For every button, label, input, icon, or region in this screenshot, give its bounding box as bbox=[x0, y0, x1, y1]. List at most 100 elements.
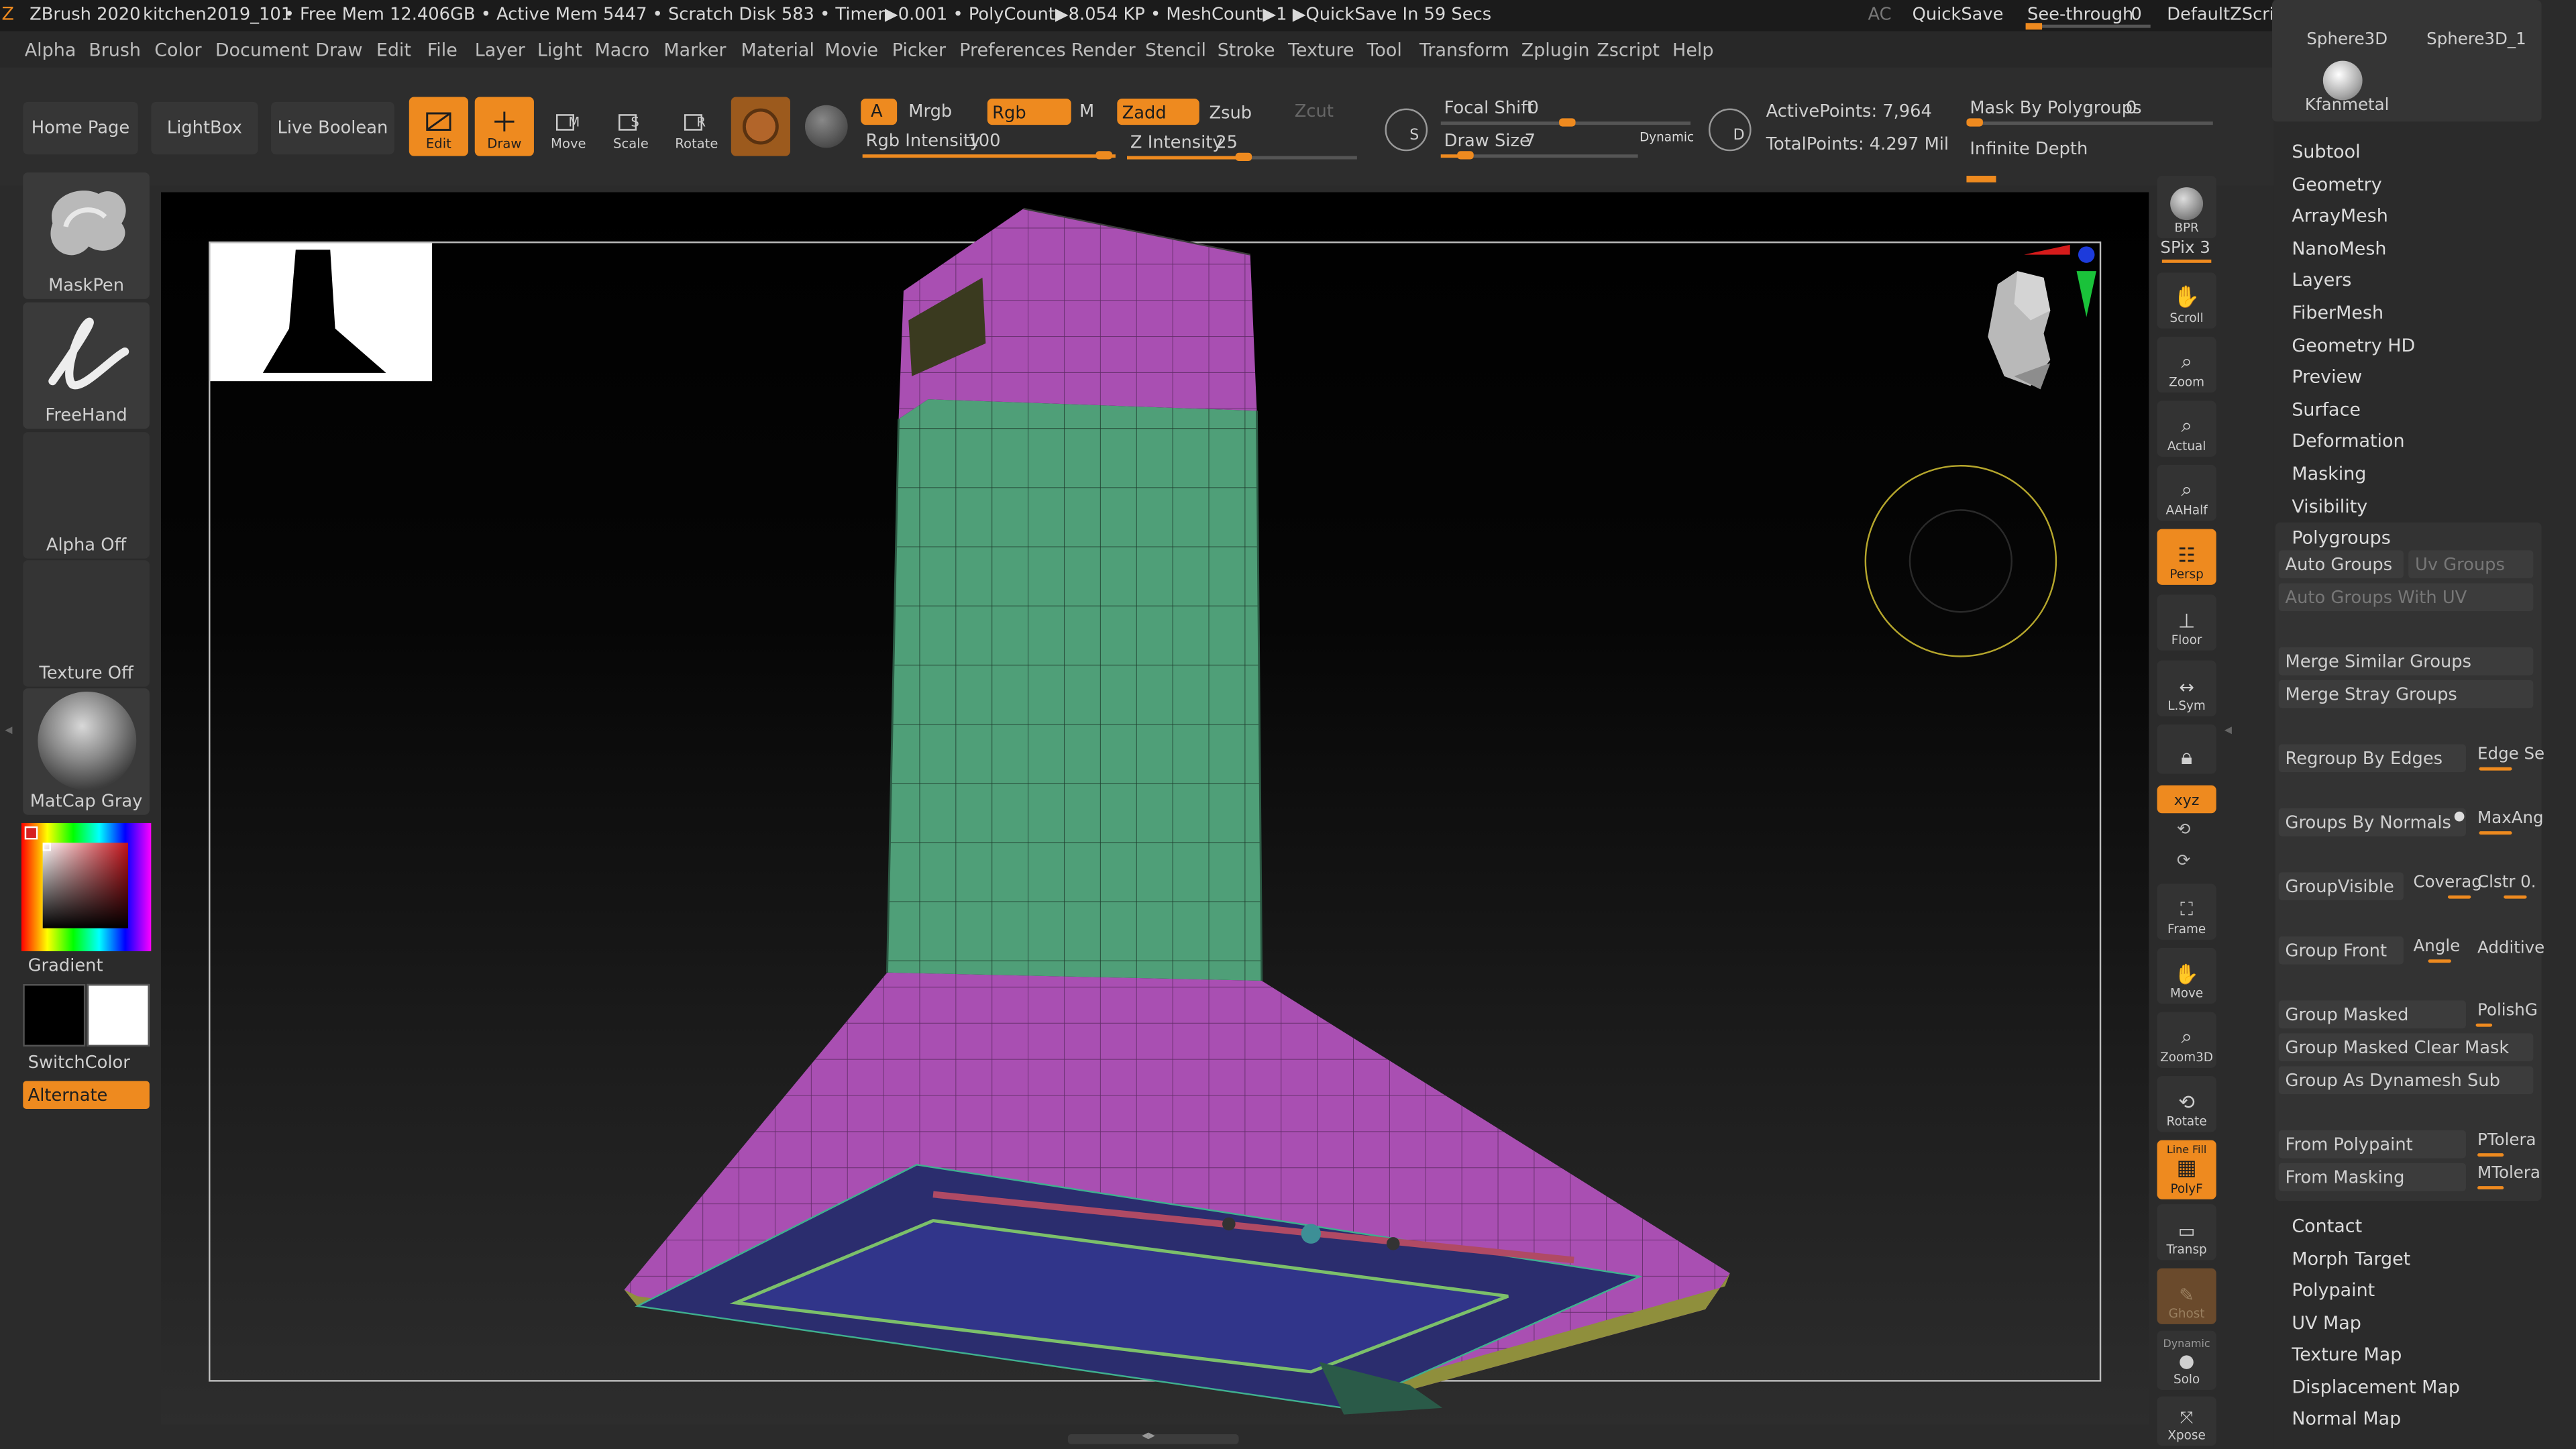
section-morph-target[interactable]: Morph Target bbox=[2292, 1248, 2410, 1270]
menu-marker[interactable]: Marker bbox=[663, 40, 726, 61]
section-geometry[interactable]: Geometry bbox=[2292, 174, 2381, 196]
zsub-toggle[interactable]: Zsub bbox=[1209, 105, 1252, 123]
menu-document[interactable]: Document bbox=[215, 40, 309, 61]
section-contact[interactable]: Contact bbox=[2292, 1216, 2362, 1237]
focal-shift-slider[interactable] bbox=[1440, 118, 1691, 127]
draw-size-slider[interactable] bbox=[1440, 151, 1638, 160]
menu-stroke[interactable]: Stroke bbox=[1218, 40, 1275, 61]
brush-picker[interactable]: MaskPen bbox=[23, 172, 150, 299]
menu-render[interactable]: Render bbox=[1071, 40, 1136, 61]
alpha-picker[interactable]: Alpha Off bbox=[23, 432, 150, 559]
z-intensity-slider[interactable] bbox=[1127, 152, 1357, 162]
range-hood-model[interactable] bbox=[161, 193, 2149, 1425]
material-swatch-button[interactable] bbox=[731, 97, 790, 156]
merge-similar-groups-button[interactable]: Merge Similar Groups bbox=[2278, 647, 2534, 676]
thumb-sphere3d-1[interactable]: Sphere3D_1 bbox=[2426, 32, 2526, 49]
section-normal-map[interactable]: Normal Map bbox=[2292, 1408, 2401, 1430]
cluster-slider[interactable] bbox=[2504, 895, 2527, 899]
move-mode-button[interactable]: M Move bbox=[539, 97, 598, 156]
bpr-button[interactable]: BPR bbox=[2157, 176, 2216, 239]
menu-texture[interactable]: Texture bbox=[1288, 40, 1354, 61]
ptolerance-slider[interactable] bbox=[2477, 1153, 2504, 1157]
mtolerance-label[interactable]: MTolera bbox=[2477, 1166, 2540, 1183]
menu-stencil[interactable]: Stencil bbox=[1145, 40, 1206, 61]
bottom-tray-handle[interactable]: ◂▸ bbox=[1067, 1428, 1239, 1444]
seethrough-slider-label[interactable]: See-through bbox=[2027, 7, 2133, 24]
group-front-button[interactable]: Group Front bbox=[2278, 936, 2404, 965]
navigation-head-gizmo[interactable] bbox=[1965, 238, 2104, 419]
zoom-button[interactable]: ⌕ Zoom bbox=[2157, 337, 2216, 393]
mtolerance-slider[interactable] bbox=[2477, 1186, 2504, 1190]
section-polygroups[interactable]: Polygroups bbox=[2292, 527, 2390, 549]
rgb-toggle[interactable]: Rgb bbox=[987, 98, 1071, 125]
max-angle-slider[interactable] bbox=[2479, 831, 2512, 835]
seethrough-slider[interactable] bbox=[2025, 23, 2151, 30]
stroke-picker[interactable]: FreeHand bbox=[23, 302, 150, 429]
group-masked-clear-mask-button[interactable]: Group Masked Clear Mask bbox=[2278, 1033, 2534, 1062]
rotate-mode-button[interactable]: R Rotate bbox=[667, 97, 726, 156]
solo-button[interactable]: Dynamic ● Solo bbox=[2157, 1330, 2216, 1390]
merge-stray-groups-button[interactable]: Merge Stray Groups bbox=[2278, 680, 2534, 708]
zadd-toggle[interactable]: Zadd bbox=[1117, 98, 1199, 125]
menu-draw[interactable]: Draw bbox=[315, 40, 362, 61]
section-nanomesh[interactable]: NanoMesh bbox=[2292, 238, 2386, 260]
switchcolor-button[interactable]: SwitchColor bbox=[28, 1055, 130, 1072]
section-uv-map[interactable]: UV Map bbox=[2292, 1313, 2361, 1334]
auto-groups-button[interactable]: Auto Groups bbox=[2278, 550, 2404, 579]
mrgb-toggle[interactable]: Mrgb bbox=[908, 103, 952, 121]
move-view-button[interactable]: ✋ Move bbox=[2157, 948, 2216, 1004]
section-masking[interactable]: Masking bbox=[2292, 464, 2366, 485]
section-arraymesh[interactable]: ArrayMesh bbox=[2292, 205, 2387, 227]
menu-macro[interactable]: Macro bbox=[595, 40, 650, 61]
coverage-slider[interactable] bbox=[2447, 895, 2471, 899]
from-masking-button[interactable]: From Masking bbox=[2278, 1163, 2466, 1191]
polish-groups-slider[interactable] bbox=[2475, 1023, 2493, 1027]
gradient-label[interactable]: Gradient bbox=[28, 958, 103, 975]
lock-button[interactable]: 🔒︎ bbox=[2157, 724, 2216, 774]
polish-groups-label[interactable]: PolishG bbox=[2477, 1003, 2538, 1020]
polyf-button[interactable]: Line Fill ▦ PolyF bbox=[2157, 1140, 2216, 1199]
section-displacement-map[interactable]: Displacement Map bbox=[2292, 1377, 2460, 1398]
a-toggle[interactable]: A bbox=[861, 98, 898, 125]
xpose-button[interactable]: ⤧ Xpose bbox=[2157, 1396, 2216, 1446]
infinite-depth-button[interactable]: Infinite Depth bbox=[1970, 142, 2088, 159]
edge-sensitivity-label[interactable]: Edge Se bbox=[2477, 747, 2544, 763]
transp-button[interactable]: ▭ Transp bbox=[2157, 1204, 2216, 1260]
uv-groups-button[interactable]: Uv Groups bbox=[2408, 550, 2534, 579]
lsym-button[interactable]: ↔ L.Sym bbox=[2157, 660, 2216, 716]
menu-layer[interactable]: Layer bbox=[475, 40, 525, 61]
color-picker[interactable] bbox=[21, 822, 152, 951]
section-fibermesh[interactable]: FiberMesh bbox=[2292, 303, 2383, 324]
material-picker[interactable]: MatCap Gray bbox=[23, 688, 150, 815]
home-page-button[interactable]: Home Page bbox=[23, 101, 138, 155]
section-polypaint[interactable]: Polypaint bbox=[2292, 1280, 2375, 1301]
xyz-button[interactable]: xyz bbox=[2157, 785, 2216, 814]
menu-material[interactable]: Material bbox=[741, 40, 814, 61]
live-boolean-button[interactable]: Live Boolean bbox=[271, 101, 394, 155]
regroup-by-edges-button[interactable]: Regroup By Edges bbox=[2278, 744, 2466, 773]
groups-by-normals-button[interactable]: Groups By Normals bbox=[2278, 808, 2466, 837]
rotate-z-icon[interactable]: ⟳ bbox=[2177, 853, 2191, 871]
menu-zscript[interactable]: Zscript bbox=[1597, 40, 1660, 61]
menu-light[interactable]: Light bbox=[537, 40, 582, 61]
group-masked-button[interactable]: Group Masked bbox=[2278, 1000, 2466, 1029]
ghost-button[interactable]: ✎ Ghost bbox=[2157, 1268, 2216, 1324]
aahalf-button[interactable]: ⌕ AAHalf bbox=[2157, 465, 2216, 521]
section-geometry-hd[interactable]: Geometry HD bbox=[2292, 335, 2415, 357]
menu-edit[interactable]: Edit bbox=[376, 40, 411, 61]
cluster-label[interactable]: Clstr 0. bbox=[2477, 875, 2536, 892]
spix-value[interactable]: SPix 3 bbox=[2160, 241, 2210, 258]
auto-groups-with-uv-button[interactable]: Auto Groups With UV bbox=[2278, 583, 2534, 612]
secondary-color-swatch[interactable] bbox=[87, 983, 150, 1047]
floor-button[interactable]: ⊥ Floor bbox=[2157, 594, 2216, 651]
lightbox-button[interactable]: LightBox bbox=[151, 101, 258, 155]
section-texture-map[interactable]: Texture Map bbox=[2292, 1344, 2402, 1365]
scale-mode-button[interactable]: S Scale bbox=[601, 97, 660, 156]
dynamic-d-icon[interactable]: D bbox=[1708, 108, 1752, 152]
alternate-button[interactable]: Alternate bbox=[23, 1081, 150, 1110]
scroll-button[interactable]: ✋ Scroll bbox=[2157, 272, 2216, 329]
spix-slider[interactable] bbox=[2161, 259, 2212, 263]
menu-picker[interactable]: Picker bbox=[892, 40, 946, 61]
menu-tool[interactable]: Tool bbox=[1367, 40, 1402, 61]
additive-toggle[interactable]: Additive bbox=[2477, 941, 2544, 957]
